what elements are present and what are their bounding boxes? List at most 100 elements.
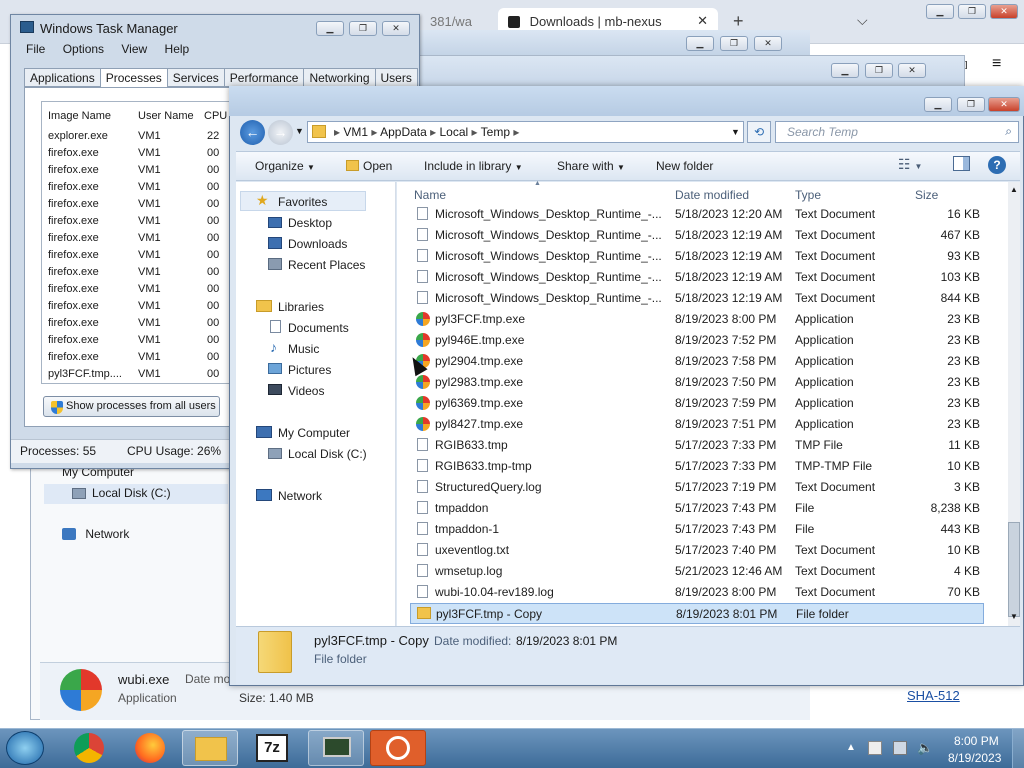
file-row[interactable]: pyl946E.tmp.exe 8/19/2023 7:52 PM Applicat… <box>410 330 984 351</box>
process-row[interactable]: explorer.exe VM1 22 <box>43 130 228 146</box>
open-button[interactable]: Open <box>346 159 392 173</box>
process-row[interactable]: pyl3FCF.tmp.... VM1 00 <box>43 368 228 384</box>
bg-nav-local-disk[interactable]: Local Disk (C:) <box>44 484 228 504</box>
bg-maximize-button[interactable]: ❐ <box>720 36 748 51</box>
file-row[interactable]: RGIB633.tmp-tmp 5/17/2023 7:33 PM TMP-TMP … <box>410 456 984 477</box>
show-desktop-button[interactable] <box>1012 729 1024 768</box>
tm-maximize-button[interactable]: ❐ <box>349 21 377 36</box>
view-options-icon[interactable]: ☷ ▼ <box>898 156 922 173</box>
history-dropdown-icon[interactable]: ▼ <box>295 126 304 136</box>
file-row[interactable]: Microsoft_Windows_Desktop_Runtime_-... 5/… <box>410 267 984 288</box>
process-row[interactable]: firefox.exe VM1 00 <box>43 283 228 299</box>
process-row[interactable]: firefox.exe VM1 00 <box>43 232 228 248</box>
process-row[interactable]: firefox.exe VM1 00 <box>43 147 228 163</box>
bg2-minimize-button[interactable]: ▁ <box>831 63 859 78</box>
nav-recent-places[interactable]: Recent Places <box>288 258 365 272</box>
tab-applications[interactable]: Applications <box>24 68 101 87</box>
file-row[interactable]: uxeventlog.txt 5/17/2023 7:40 PM Text Docu… <box>410 540 984 561</box>
file-row[interactable]: pyl3FCF.tmp.exe 8/19/2023 8:00 PM Applicat… <box>410 309 984 330</box>
browser-close-button[interactable]: ✕ <box>990 4 1018 19</box>
ubuntu-taskbar-icon[interactable] <box>370 730 426 766</box>
file-row[interactable]: pyl3FCF.tmp - Copy 8/19/2023 8:01 PM File … <box>410 603 984 624</box>
process-row[interactable]: firefox.exe VM1 00 <box>43 266 228 282</box>
nav-music[interactable]: Music <box>288 342 319 356</box>
col-user-name[interactable]: User Name <box>138 110 194 122</box>
file-row[interactable]: tmpaddon-1 5/17/2023 7:43 PM File 443 KB <box>410 519 984 540</box>
tm-menu-help[interactable]: Help <box>165 42 190 56</box>
nav-documents[interactable]: Documents <box>288 321 349 335</box>
file-row[interactable]: pyl2904.tmp.exe 8/19/2023 7:58 PM Applicat… <box>410 351 984 372</box>
scroll-down-icon[interactable]: ▼ <box>1010 612 1018 621</box>
tray-volume-icon[interactable]: 🔈 <box>917 740 933 756</box>
col-size[interactable]: Size <box>915 188 938 202</box>
process-row[interactable]: firefox.exe VM1 00 <box>43 181 228 197</box>
process-row[interactable]: firefox.exe VM1 00 <box>43 334 228 350</box>
breadcrumb-temp[interactable]: Temp <box>481 125 510 139</box>
col-cpu[interactable]: CPU <box>204 110 227 122</box>
scroll-up-icon[interactable]: ▲ <box>1010 185 1018 194</box>
tab-networking[interactable]: Networking <box>303 68 376 87</box>
process-row[interactable]: firefox.exe VM1 00 <box>43 215 228 231</box>
preview-pane-icon[interactable] <box>953 156 970 171</box>
bg2-close-button[interactable]: ✕ <box>898 63 926 78</box>
share-with-button[interactable]: Share with ▼ <box>557 159 625 173</box>
refresh-button[interactable]: ⟲ <box>747 121 771 143</box>
tm-minimize-button[interactable]: ▁ <box>316 21 344 36</box>
bg-minimize-button[interactable]: ▁ <box>686 36 714 51</box>
start-button[interactable] <box>6 731 44 765</box>
tray-flag-icon[interactable] <box>868 741 882 755</box>
file-row[interactable]: pyl6369.tmp.exe 8/19/2023 7:59 PM Applicat… <box>410 393 984 414</box>
task-manager-taskbar-icon[interactable] <box>308 730 364 766</box>
nav-my-computer[interactable]: My Computer <box>278 426 350 440</box>
process-row[interactable]: firefox.exe VM1 00 <box>43 351 228 367</box>
bg-nav-network[interactable]: Network <box>62 527 129 541</box>
close-tab-icon[interactable]: ✕ <box>697 13 708 29</box>
clock-date[interactable]: 8/19/2023 <box>948 751 1001 765</box>
browser-minimize-button[interactable]: ▁ <box>926 4 954 19</box>
tab-performance[interactable]: Performance <box>223 68 305 87</box>
file-row[interactable]: Microsoft_Windows_Desktop_Runtime_-... 5/… <box>410 225 984 246</box>
process-row[interactable]: firefox.exe VM1 00 <box>43 198 228 214</box>
tab-users[interactable]: Users <box>374 68 418 87</box>
nav-local-disk[interactable]: Local Disk (C:) <box>288 447 367 461</box>
process-row[interactable]: firefox.exe VM1 00 <box>43 249 228 265</box>
tm-menu-view[interactable]: View <box>121 42 147 56</box>
scrollbar-thumb[interactable] <box>1008 522 1020 617</box>
nav-libraries[interactable]: Libraries <box>278 300 324 314</box>
process-row[interactable]: firefox.exe VM1 00 <box>43 164 228 180</box>
file-row[interactable]: wubi-10.04-rev189.log 8/19/2023 8:00 PM Te… <box>410 582 984 603</box>
show-all-processes-button[interactable]: Show processes from all users <box>43 396 220 417</box>
tray-network-icon[interactable] <box>893 741 907 755</box>
clock-time[interactable]: 8:00 PM <box>954 734 999 748</box>
new-folder-button[interactable]: New folder <box>656 159 713 173</box>
nav-network[interactable]: Network <box>278 489 322 503</box>
tab-services[interactable]: Services <box>166 68 225 87</box>
file-row[interactable]: StructuredQuery.log 5/17/2023 7:19 PM Text… <box>410 477 984 498</box>
back-button[interactable]: ← <box>240 120 265 145</box>
explorer-close-button[interactable]: ✕ <box>988 97 1020 112</box>
browser-maximize-button[interactable]: ❐ <box>958 4 986 19</box>
file-row[interactable]: Microsoft_Windows_Desktop_Runtime_-... 5/… <box>410 246 984 267</box>
file-row[interactable]: pyl8427.tmp.exe 8/19/2023 7:51 PM Applicat… <box>410 414 984 435</box>
file-row[interactable]: Microsoft_Windows_Desktop_Runtime_-... 5/… <box>410 288 984 309</box>
explorer-taskbar-icon[interactable] <box>182 730 238 766</box>
bg-close-button[interactable]: ✕ <box>754 36 782 51</box>
tab-processes[interactable]: Processes <box>99 68 168 89</box>
chrome-taskbar-icon[interactable] <box>74 733 104 763</box>
col-image-name[interactable]: Image Name <box>48 110 111 122</box>
forward-button[interactable]: → <box>268 120 293 145</box>
nav-downloads[interactable]: Downloads <box>288 237 347 251</box>
menu-icon[interactable]: ≡ <box>992 55 1001 73</box>
nav-pictures[interactable]: Pictures <box>288 363 331 377</box>
file-row[interactable]: wmsetup.log 5/21/2023 12:46 AM Text Docume… <box>410 561 984 582</box>
tm-menu-options[interactable]: Options <box>63 42 104 56</box>
nav-desktop[interactable]: Desktop <box>288 216 332 230</box>
7zip-taskbar-icon[interactable]: 7z <box>256 734 288 762</box>
firefox-taskbar-icon[interactable] <box>135 733 165 763</box>
bg2-maximize-button[interactable]: ❐ <box>865 63 893 78</box>
organize-button[interactable]: Organize ▼ <box>255 159 315 173</box>
search-input[interactable]: Search Temp ⌕ <box>775 121 1019 143</box>
breadcrumb-vm1[interactable]: VM1 <box>343 125 368 139</box>
breadcrumb-appdata[interactable]: AppData <box>380 125 427 139</box>
nav-videos[interactable]: Videos <box>288 384 324 398</box>
